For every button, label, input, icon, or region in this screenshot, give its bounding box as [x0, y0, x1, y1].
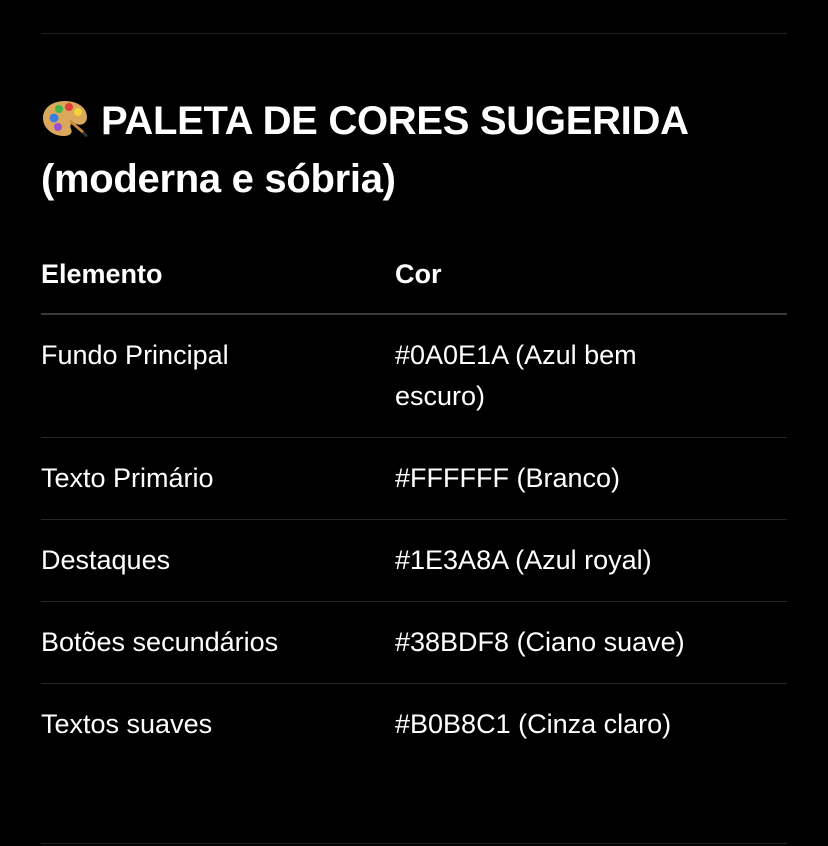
- color-palette-table: Elemento Cor Fundo Principal #0A0E1A (Az…: [41, 246, 787, 765]
- cell-element: Texto Primário: [41, 463, 214, 493]
- cell-element: Textos suaves: [41, 709, 213, 739]
- cell-color: #FFFFFF (Branco): [395, 463, 621, 493]
- cell-color: #B0B8C1 (Cinza claro): [395, 709, 672, 739]
- header-color: Cor: [395, 259, 442, 289]
- cell-color: #1E3A8A (Azul royal): [395, 545, 652, 575]
- cell-element: Destaques: [41, 545, 171, 575]
- table-row: Fundo Principal #0A0E1A (Azul bem escuro…: [41, 315, 787, 438]
- table-row: Textos suaves #B0B8C1 (Cinza claro): [41, 684, 787, 765]
- table-row: Texto Primário #FFFFFF (Branco): [41, 438, 787, 520]
- table-header-row: Elemento Cor: [41, 246, 787, 315]
- cell-element: Fundo Principal: [41, 340, 229, 370]
- header-element: Elemento: [41, 259, 163, 289]
- cell-element: Botões secundários: [41, 627, 279, 657]
- table-row: Destaques #1E3A8A (Azul royal): [41, 520, 787, 602]
- artist-palette-icon: [41, 96, 89, 137]
- section-heading: PALETA DE CORES SUGERIDA (moderna e sóbr…: [41, 92, 771, 208]
- cell-color: #0A0E1A (Azul bem escuro): [395, 340, 637, 411]
- cell-color: #38BDF8 (Ciano suave): [395, 627, 685, 657]
- section-title: PALETA DE CORES SUGERIDA (moderna e sóbr…: [41, 99, 688, 201]
- top-divider: [41, 33, 787, 34]
- bottom-divider: [41, 843, 787, 844]
- table-row: Botões secundários #38BDF8 (Ciano suave): [41, 602, 787, 684]
